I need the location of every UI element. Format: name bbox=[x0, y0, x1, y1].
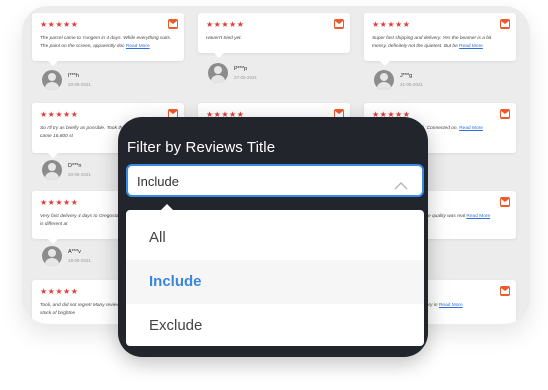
store-badge-icon bbox=[500, 109, 510, 119]
review-text: The parcel came to Yungem in 4 days. Whi… bbox=[40, 36, 172, 49]
filter-label: Filter by Reviews Title bbox=[127, 139, 276, 156]
avatar bbox=[208, 63, 228, 83]
store-badge-icon bbox=[500, 19, 510, 29]
option-label: Include bbox=[149, 273, 202, 290]
filter-dropdown: All Include Exclude bbox=[126, 210, 424, 346]
review-date: 20-05-2021 bbox=[68, 82, 92, 87]
review-date: 27-05-2021 bbox=[234, 75, 258, 80]
rating-stars: ★★★★★ bbox=[40, 20, 79, 29]
author-name: P***p bbox=[234, 66, 248, 72]
rating-stars: ★★★★★ bbox=[40, 287, 79, 296]
review-date: 20-05-2021 bbox=[68, 172, 92, 177]
read-more-link[interactable]: Read More bbox=[459, 126, 483, 131]
author-name: I***h bbox=[68, 73, 80, 79]
store-badge-icon bbox=[334, 19, 344, 29]
read-more-link[interactable]: Read More bbox=[459, 44, 483, 49]
avatar bbox=[374, 70, 394, 90]
author-name: J***g bbox=[400, 73, 413, 79]
review-card: ★★★★★ Haven't tried yet. bbox=[198, 13, 350, 58]
option-label: Exclude bbox=[149, 317, 203, 334]
chevron-up-icon bbox=[394, 177, 408, 195]
read-more-link[interactable]: Read More bbox=[466, 214, 490, 219]
store-badge-icon bbox=[500, 286, 510, 296]
avatar bbox=[42, 246, 62, 266]
read-more-link[interactable]: Read More bbox=[126, 44, 150, 49]
review-date: 18-05-2021 bbox=[68, 258, 92, 263]
avatar bbox=[42, 70, 62, 90]
review-date: 21-05-2021 bbox=[400, 82, 424, 87]
author-name: A***v bbox=[68, 249, 81, 255]
review-card: ★★★★★ The parcel came to Yungem in 4 day… bbox=[32, 13, 184, 66]
store-badge-icon bbox=[168, 19, 178, 29]
review-card: ★★★★★ Super fast shipping and delivery. … bbox=[364, 13, 516, 66]
rating-stars: ★★★★★ bbox=[206, 20, 245, 29]
option-include[interactable]: Include bbox=[126, 260, 424, 304]
filter-panel: Filter by Reviews Title Include All Incl… bbox=[118, 117, 428, 357]
read-more-link[interactable]: Read More bbox=[439, 303, 463, 308]
review-text: Haven't tried yet. bbox=[206, 36, 242, 41]
store-badge-icon bbox=[500, 197, 510, 207]
rating-stars: ★★★★★ bbox=[372, 20, 411, 29]
filter-select[interactable]: Include bbox=[126, 164, 424, 197]
filter-select-value: Include bbox=[137, 174, 179, 189]
option-label: All bbox=[149, 229, 166, 246]
rating-stars: ★★★★★ bbox=[40, 110, 79, 119]
rating-stars: ★★★★★ bbox=[40, 198, 79, 207]
avatar bbox=[42, 160, 62, 180]
option-exclude[interactable]: Exclude bbox=[126, 304, 424, 346]
author-name: D***n bbox=[68, 163, 82, 169]
option-all[interactable]: All bbox=[126, 216, 424, 260]
